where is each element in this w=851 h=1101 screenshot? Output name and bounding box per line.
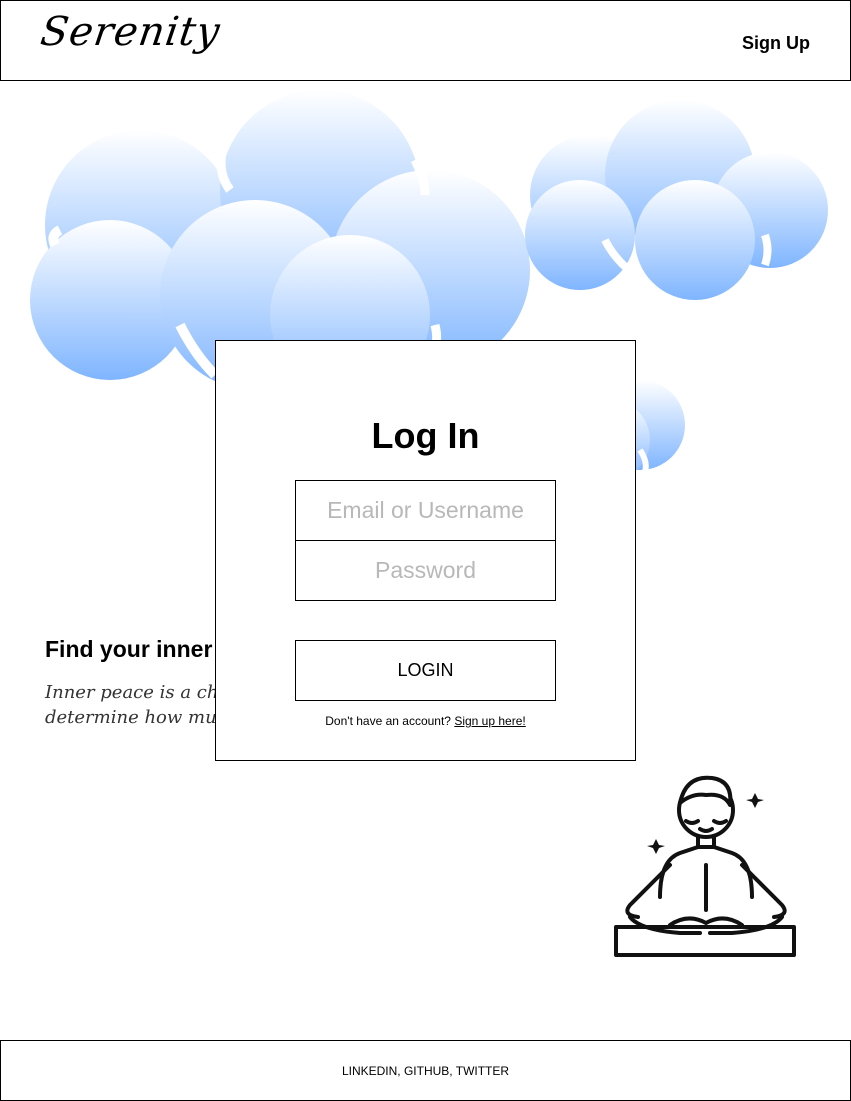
cloud-icon: [514, 100, 828, 300]
signup-prompt: Don't have an account? Sign up here!: [216, 714, 635, 728]
footer: LINKEDIN, GITHUB, TWITTER: [0, 1040, 851, 1101]
login-button[interactable]: LOGIN: [295, 640, 556, 701]
footer-links[interactable]: LINKEDIN, GITHUB, TWITTER: [1, 1064, 850, 1078]
email-username-input[interactable]: [295, 480, 556, 541]
page: Serenity Sign Up Find your inner peace I…: [0, 0, 851, 1101]
signup-here-link[interactable]: Sign up here!: [454, 714, 525, 728]
login-modal: Log In LOGIN Don't have an account? Sign…: [215, 340, 636, 761]
meditation-person-icon: [614, 775, 796, 957]
signup-prompt-text: Don't have an account?: [325, 714, 451, 728]
password-input[interactable]: [295, 540, 556, 601]
header: Serenity Sign Up: [0, 0, 851, 81]
header-signup-link[interactable]: Sign Up: [742, 33, 810, 54]
login-title: Log In: [371, 415, 480, 456]
sparkle-icon: [647, 793, 764, 854]
logo[interactable]: Serenity: [38, 9, 224, 55]
